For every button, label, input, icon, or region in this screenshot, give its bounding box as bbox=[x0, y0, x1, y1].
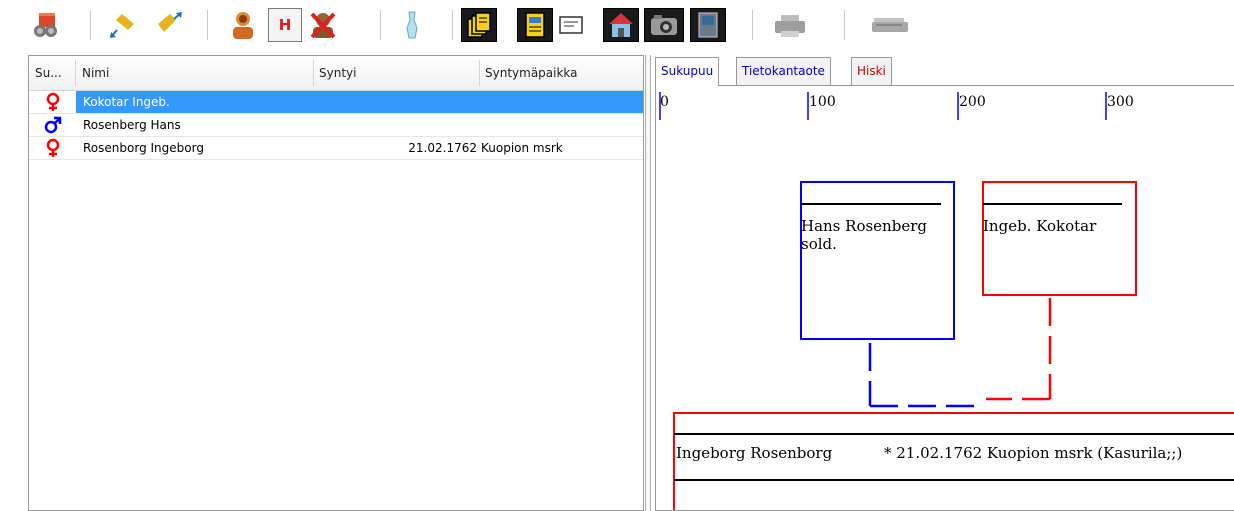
door-icon[interactable] bbox=[690, 8, 726, 42]
child-name: Ingeborg Rosenborg bbox=[676, 444, 833, 462]
mother-card[interactable]: Ingeb. Kokotar bbox=[982, 181, 1137, 296]
ruler: 0 100 200 300 bbox=[659, 92, 1134, 120]
database-icon[interactable] bbox=[28, 8, 64, 42]
delete-person-icon[interactable] bbox=[306, 8, 340, 42]
female-icon bbox=[29, 91, 76, 113]
person-name: Rosenborg Ingeborg bbox=[83, 141, 204, 155]
h-button-label: H bbox=[278, 16, 292, 34]
person-name: Kokotar Ingeb. bbox=[76, 91, 313, 113]
column-header-sex[interactable]: Su... bbox=[29, 56, 75, 90]
house-icon[interactable] bbox=[603, 8, 639, 42]
h-button[interactable]: H bbox=[268, 8, 302, 42]
pin-down-icon[interactable] bbox=[104, 8, 144, 42]
female-icon bbox=[29, 137, 76, 159]
person-born bbox=[313, 91, 479, 113]
person-icon[interactable] bbox=[226, 8, 260, 42]
pane-splitter[interactable] bbox=[645, 55, 651, 511]
list-header: Su... Nimi Syntyi Syntymäpaikka bbox=[29, 56, 643, 91]
person-name: Rosenberg Hans bbox=[83, 118, 181, 132]
table-row[interactable]: Rosenberg Hans bbox=[29, 114, 643, 136]
ruler-label: 100 bbox=[809, 94, 836, 110]
father-note: sold. bbox=[801, 235, 837, 253]
person-birthplace: Kuopion msrk bbox=[481, 141, 563, 155]
father-card[interactable]: Hans Rosenberg sold. bbox=[800, 181, 955, 340]
male-icon bbox=[29, 114, 76, 136]
toolbar: H bbox=[0, 0, 1234, 50]
scanner-icon[interactable] bbox=[868, 8, 912, 42]
tree-icon[interactable] bbox=[397, 8, 427, 42]
person-born: 21.02.1762 bbox=[408, 141, 477, 155]
column-header-birthplace[interactable]: Syntymäpaikka bbox=[479, 56, 643, 90]
father-name: Hans Rosenberg bbox=[801, 217, 927, 235]
printer-icon[interactable] bbox=[770, 8, 810, 42]
person-list: Su... Nimi Syntyi Syntymäpaikka Kokotar … bbox=[28, 55, 644, 511]
card-icon[interactable] bbox=[556, 8, 586, 42]
tab-hiski[interactable]: Hiski bbox=[851, 57, 892, 85]
tree-connectors bbox=[868, 298, 1052, 408]
camera-icon[interactable] bbox=[644, 8, 684, 42]
documents-icon[interactable] bbox=[461, 8, 497, 42]
table-row[interactable]: Kokotar Ingeb. bbox=[29, 91, 643, 113]
child-details: * 21.02.1762 Kuopion msrk (Kasurila;;) bbox=[884, 444, 1182, 462]
ruler-label: 300 bbox=[1107, 94, 1134, 110]
column-header-born[interactable]: Syntyi bbox=[313, 56, 479, 90]
mother-name: Ingeb. Kokotar bbox=[983, 217, 1097, 235]
page-icon[interactable] bbox=[517, 8, 553, 42]
family-tree-canvas: 0 100 200 300 Hans Rosenberg sold. Ingeb… bbox=[655, 85, 1234, 511]
person-birthplace bbox=[479, 114, 643, 136]
ruler-label: 0 bbox=[660, 94, 669, 110]
pin-up-icon[interactable] bbox=[148, 8, 188, 42]
ruler-label: 200 bbox=[959, 94, 986, 110]
tab-bar: Sukupuu Tietokantaote Hiski bbox=[655, 57, 1234, 86]
tab-sukupuu[interactable]: Sukupuu bbox=[655, 57, 720, 86]
column-header-name[interactable]: Nimi bbox=[76, 56, 313, 90]
tab-tietokantaote[interactable]: Tietokantaote bbox=[736, 57, 831, 85]
child-card[interactable]: Ingeborg Rosenborg * 21.02.1762 Kuopion … bbox=[673, 412, 1234, 511]
person-birthplace bbox=[479, 91, 643, 113]
person-born bbox=[313, 114, 479, 136]
table-row[interactable]: Rosenborg Ingeborg 21.02.1762 Kuopion ms… bbox=[29, 137, 643, 159]
